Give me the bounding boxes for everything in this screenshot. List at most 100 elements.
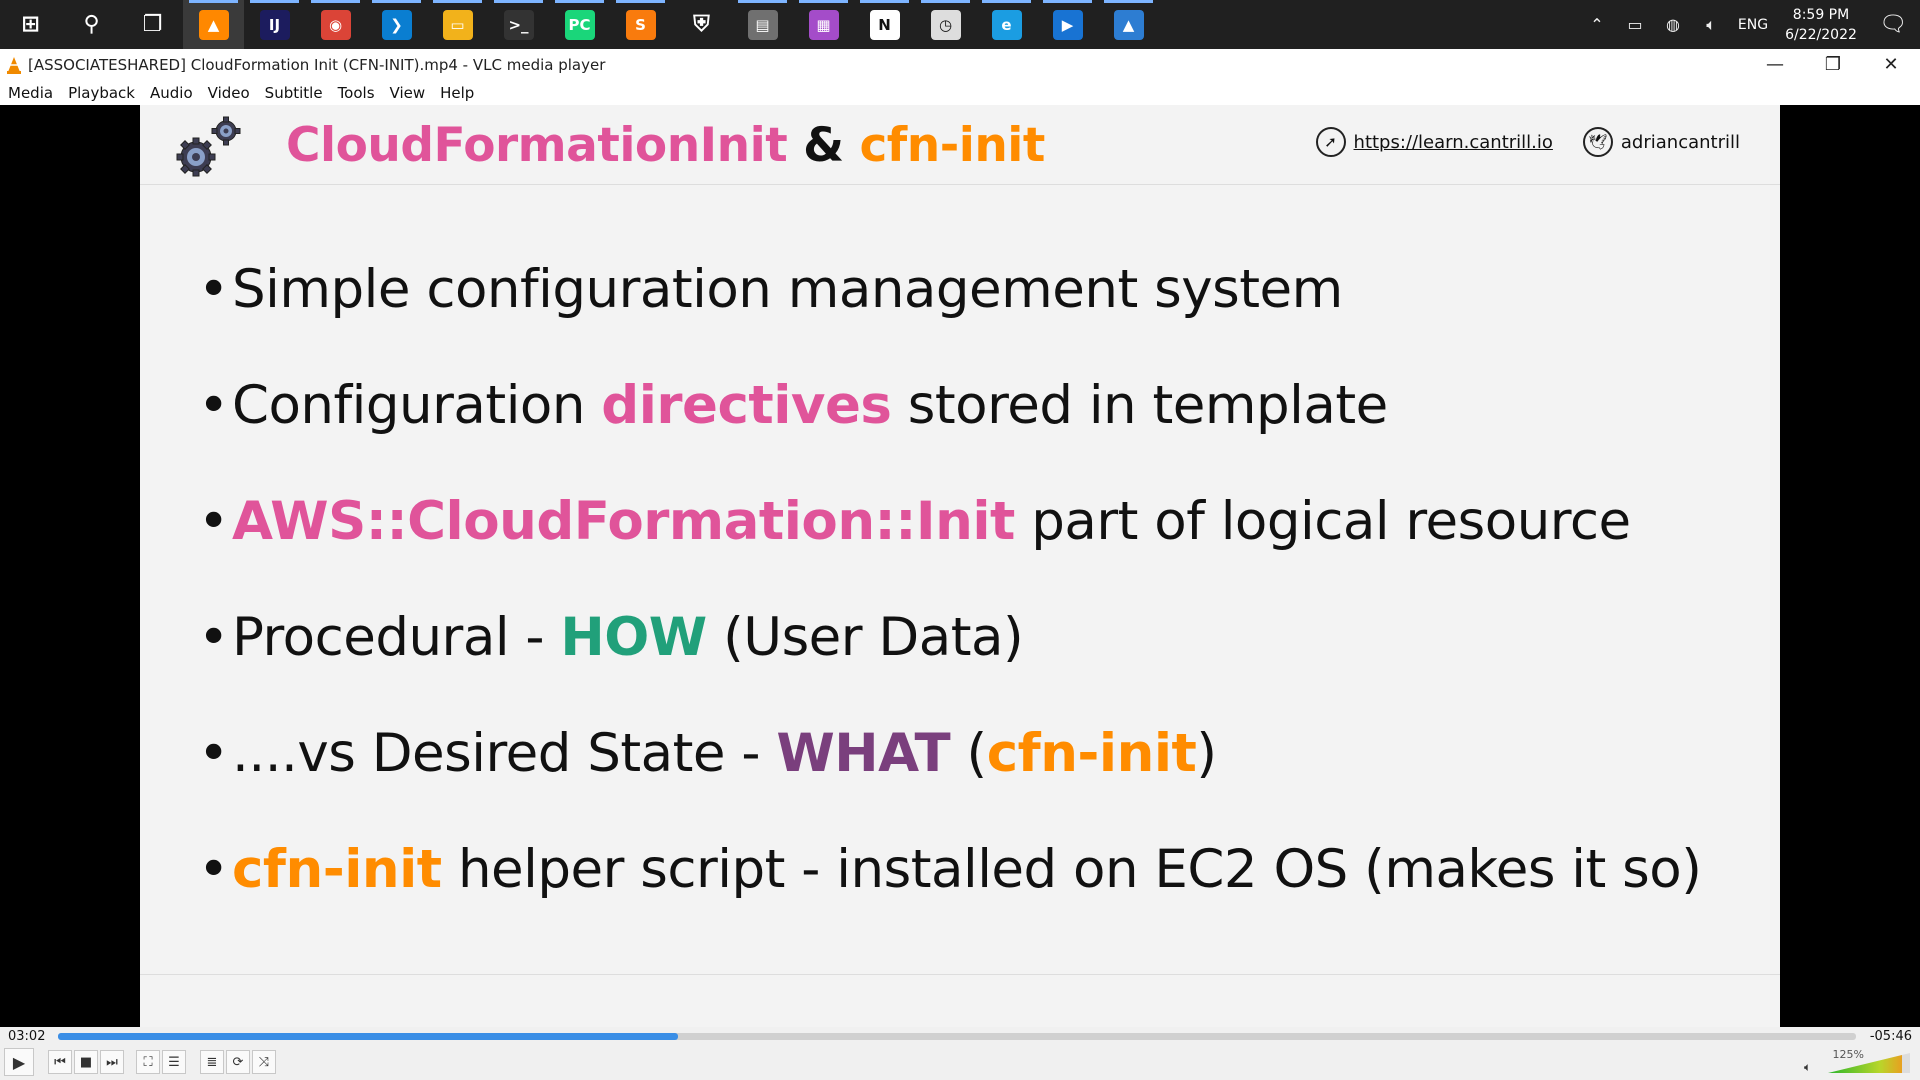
menu-audio[interactable]: Audio xyxy=(150,84,193,102)
pycharm-icon: PC xyxy=(564,9,595,40)
running-indicator xyxy=(799,0,848,3)
bullet-text: ) xyxy=(1196,723,1217,784)
slide: CloudFormationInit & cfn-init ➚ https://… xyxy=(140,105,1780,1027)
chrome-icon: ◉ xyxy=(320,9,351,40)
clock[interactable]: 8:59 PM 6/22/2022 xyxy=(1776,5,1866,45)
playlist-button[interactable]: ≣ xyxy=(200,1050,224,1074)
bullet-highlight: AWS::CloudFormation::Init xyxy=(232,491,1015,552)
bullet-text: ( xyxy=(950,723,988,784)
battery-icon[interactable]: ▭ xyxy=(1616,15,1654,34)
video-area[interactable]: CloudFormationInit & cfn-init ➚ https://… xyxy=(0,105,1920,1027)
taskbar-photos[interactable]: ▲ xyxy=(1098,0,1159,49)
bullet-text: ....vs Desired State - xyxy=(232,723,777,784)
app-multicolor-icon: ▦ xyxy=(808,9,839,40)
taskbar-vscode[interactable]: ❯ xyxy=(366,0,427,49)
taskbar-app-multicolor[interactable]: ▦ xyxy=(793,0,854,49)
running-indicator xyxy=(433,0,482,3)
menu-playback[interactable]: Playback xyxy=(68,84,135,102)
taskbar-notion[interactable]: N xyxy=(854,0,915,49)
bullet-item: ....vs Desired State - WHAT (cfn-init) xyxy=(198,719,1701,835)
slide-title: CloudFormationInit & cfn-init xyxy=(286,118,1045,173)
slide-twitter-handle: adriancantrill xyxy=(1620,131,1740,153)
bullet-highlight: WHAT xyxy=(776,723,951,784)
extended-settings-button[interactable]: ☰ xyxy=(162,1050,186,1074)
clock-date: 6/22/2022 xyxy=(1785,26,1857,43)
fullscreen-button[interactable]: ⛶ xyxy=(136,1050,160,1074)
running-indicator xyxy=(372,0,421,3)
bullet-text: helper script - installed on EC2 OS (mak… xyxy=(441,839,1702,900)
clock-app-icon: ◷ xyxy=(930,9,961,40)
bullet-item: cfn-init helper script - installed on EC… xyxy=(198,835,1702,951)
taskbar-vlc[interactable]: ▲ xyxy=(183,0,244,49)
seek-row: 03:02 -05:46 xyxy=(0,1027,1920,1045)
taskbar-pycharm[interactable]: PC xyxy=(549,0,610,49)
search-icon: ⚲ xyxy=(83,12,100,37)
notification-icon[interactable]: 🗨︎ xyxy=(1866,12,1920,37)
bullet-item: Simple configuration management system xyxy=(198,255,1701,371)
slide-title-part1: CloudFormationInit xyxy=(286,118,788,173)
close-button[interactable]: ✕ xyxy=(1862,49,1920,80)
task-view-icon: ❐ xyxy=(142,12,163,37)
menu-bar: Media Playback Audio Video Subtitle Tool… xyxy=(0,80,1920,105)
seek-slider[interactable] xyxy=(58,1033,1856,1040)
windows-taskbar: ⊞ ⚲ ❐ ▲ IJ ◉ ❯ ▭ >_ PC S ⛨ ▤ ▦ N ◷ e ▶ ▲ ⌃ ▭ ◍ 🔈︎ ENG 8:59… xyxy=(0,0,1920,49)
bullet-item: AWS::CloudFormation::Init part of logica… xyxy=(198,487,1701,603)
taskbar-search[interactable]: ⚲ xyxy=(61,0,122,49)
running-indicator xyxy=(250,0,299,3)
bullet-text: Procedural - xyxy=(232,607,561,668)
compass-icon: ➚ xyxy=(1315,127,1346,157)
taskbar-edge[interactable]: e xyxy=(976,0,1037,49)
stop-button[interactable]: ■ xyxy=(74,1050,98,1074)
running-indicator xyxy=(494,0,543,3)
speaker-icon[interactable]: 🔈︎ xyxy=(1692,15,1730,35)
slide-url: https://learn.cantrill.io xyxy=(1353,131,1553,153)
bullet-list: Simple configuration management system C… xyxy=(198,255,1702,951)
window-controls: — ❐ ✕ xyxy=(1746,49,1920,80)
taskbar-chrome[interactable]: ◉ xyxy=(305,0,366,49)
notion-icon: N xyxy=(869,9,900,40)
running-indicator xyxy=(1043,0,1092,3)
previous-button[interactable]: ⏮ xyxy=(48,1050,72,1074)
sublime-icon: S xyxy=(625,9,656,40)
bullet-text: Simple configuration management system xyxy=(232,259,1343,320)
remaining-time[interactable]: -05:46 xyxy=(1870,1029,1912,1044)
running-indicator xyxy=(1104,0,1153,3)
taskbar-file-explorer[interactable]: ▭ xyxy=(427,0,488,49)
menu-subtitle[interactable]: Subtitle xyxy=(265,84,323,102)
next-button[interactable]: ⏭ xyxy=(100,1050,124,1074)
taskbar-task-view[interactable]: ❐ xyxy=(122,0,183,49)
bullet-text: (User Data) xyxy=(706,607,1024,668)
menu-video[interactable]: Video xyxy=(208,84,250,102)
chevron-up-icon[interactable]: ⌃ xyxy=(1578,15,1616,34)
loop-button[interactable]: ⟳ xyxy=(226,1050,250,1074)
taskbar-terminal[interactable]: >_ xyxy=(488,0,549,49)
system-tray: ⌃ ▭ ◍ 🔈︎ ENG 8:59 PM 6/22/2022 🗨︎ xyxy=(1578,0,1920,49)
menu-tools[interactable]: Tools xyxy=(338,84,375,102)
taskbar-intellij[interactable]: IJ xyxy=(244,0,305,49)
menu-media[interactable]: Media xyxy=(8,84,53,102)
window-title: [ASSOCIATESHARED] CloudFormation Init (C… xyxy=(28,55,606,74)
menu-view[interactable]: View xyxy=(390,84,426,102)
minimize-button[interactable]: — xyxy=(1746,49,1804,80)
bullet-highlight: cfn-init xyxy=(232,839,442,900)
running-indicator xyxy=(738,0,787,3)
taskbar-media-player[interactable]: ▶ xyxy=(1037,0,1098,49)
random-button[interactable]: ⤨ xyxy=(252,1050,276,1074)
edge-icon: e xyxy=(991,9,1022,40)
taskbar-clock-app[interactable]: ◷ xyxy=(915,0,976,49)
menu-help[interactable]: Help xyxy=(440,84,474,102)
elapsed-time[interactable]: 03:02 xyxy=(8,1029,45,1044)
taskbar-sublime[interactable]: S xyxy=(610,0,671,49)
app-drive-icon: ▤ xyxy=(747,9,778,40)
taskbar-apps: ⊞ ⚲ ❐ ▲ IJ ◉ ❯ ▭ >_ PC S ⛨ ▤ ▦ N ◷ e ▶ ▲ xyxy=(0,0,1159,49)
taskbar-security[interactable]: ⛨ xyxy=(671,0,732,49)
taskbar-start[interactable]: ⊞ xyxy=(0,0,61,49)
network-icon[interactable]: ◍ xyxy=(1654,15,1692,34)
volume-slider[interactable]: 125% 🔈︎ xyxy=(1804,1048,1914,1075)
taskbar-app-drive[interactable]: ▤ xyxy=(732,0,793,49)
running-indicator xyxy=(555,0,604,3)
play-button[interactable]: ▶ xyxy=(4,1048,34,1076)
restore-button[interactable]: ❐ xyxy=(1804,49,1862,80)
security-icon: ⛨ xyxy=(693,12,710,37)
language-indicator[interactable]: ENG xyxy=(1730,17,1776,33)
